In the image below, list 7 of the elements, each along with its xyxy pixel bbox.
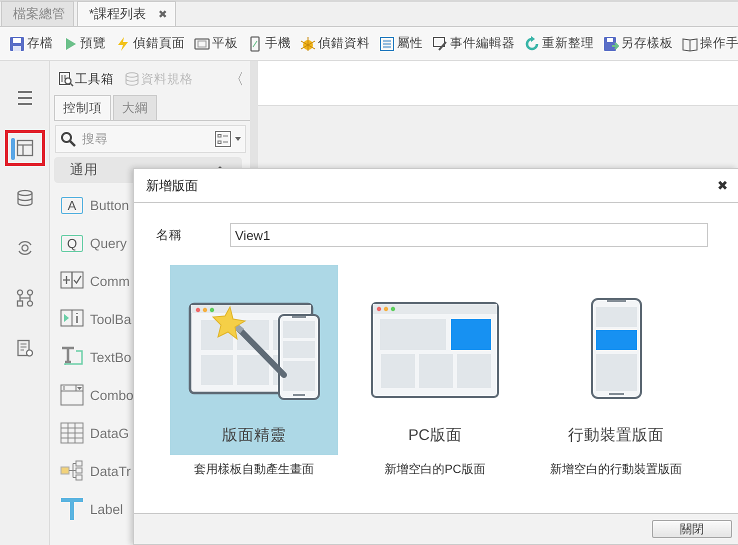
dialog-title: 新增版面 (146, 176, 198, 194)
option-description: 新增空白的PC版面 (384, 461, 486, 478)
option-description: 套用樣板自動產生畫面 (194, 461, 314, 478)
letter-icon: A (61, 196, 83, 214)
field-label: 名稱 (156, 226, 183, 244)
option-description: 新增空白的行動裝置版面 (550, 461, 682, 478)
letter-icon: Q (61, 234, 83, 252)
